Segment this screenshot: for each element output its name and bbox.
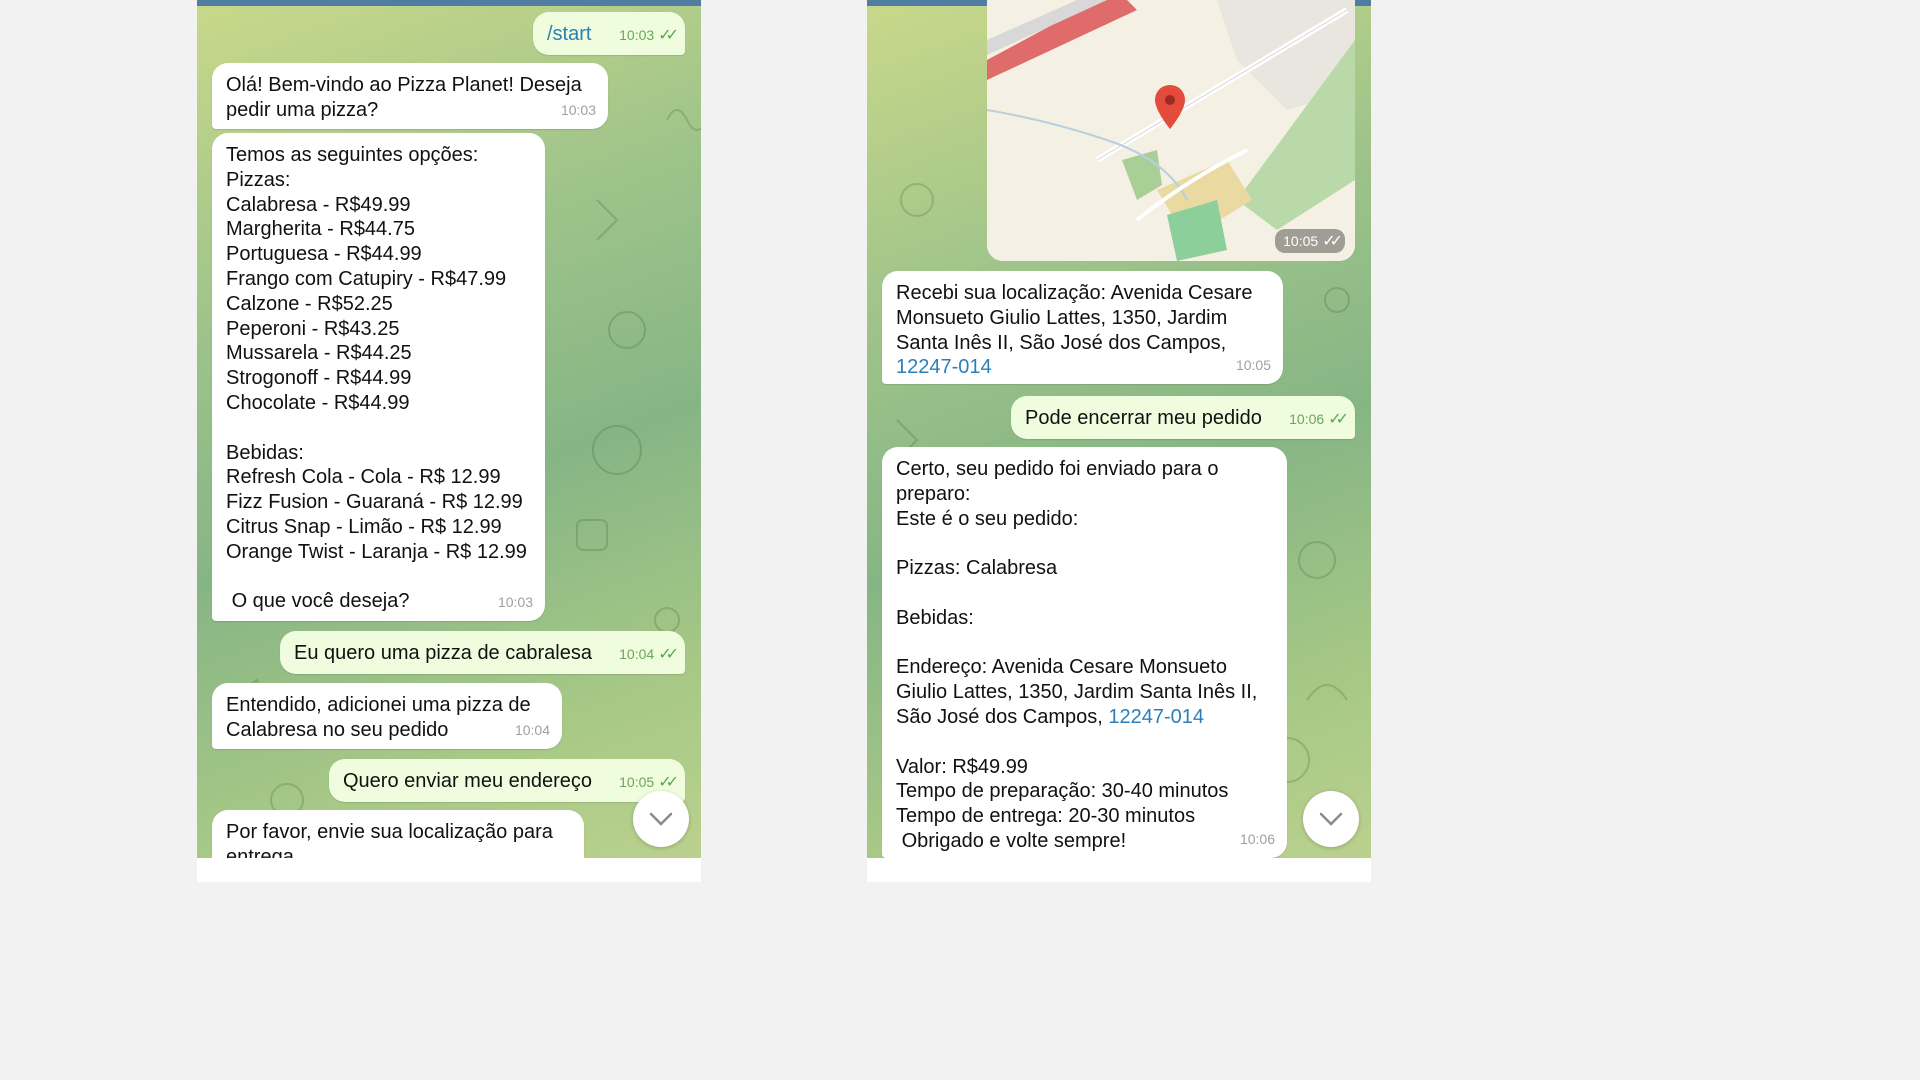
double-check-icon: ✓✓	[658, 27, 679, 45]
message-incoming[interactable]: Olá! Bem-vindo ao Pizza Planet! Deseja p…	[212, 63, 608, 129]
map-image	[987, 0, 1355, 261]
message-text: Eu quero uma pizza de cabralesa	[294, 642, 592, 664]
scroll-down-button[interactable]	[1303, 791, 1359, 847]
message-time: 10:05 ✓✓	[1275, 229, 1345, 253]
message-incoming-order-summary[interactable]: Certo, seu pedido foi enviado para o pre…	[882, 447, 1287, 858]
message-text: Temos as seguintes opções: Pizzas: Calab…	[226, 144, 527, 613]
message-text: Certo, seu pedido foi enviado para o pre…	[896, 458, 1258, 852]
double-check-icon: ✓✓	[1328, 411, 1349, 429]
message-text: Olá! Bem-vindo ao Pizza Planet! Deseja p…	[226, 74, 582, 121]
chevron-down-icon	[1319, 812, 1343, 826]
double-check-icon: ✓✓	[658, 774, 679, 792]
message-text: Entendido, adicionei uma pizza de Calabr…	[226, 694, 531, 741]
message-input-bar[interactable]	[197, 858, 701, 882]
message-time: 10:06 ✓✓	[1289, 411, 1349, 429]
postal-code-link[interactable]: 12247-014	[1108, 706, 1204, 728]
message-incoming-menu[interactable]: Temos as seguintes opções: Pizzas: Calab…	[212, 133, 545, 621]
message-outgoing[interactable]: Pode encerrar meu pedido 10:06 ✓✓	[1011, 396, 1355, 439]
message-incoming[interactable]: Recebi sua localização: Avenida Cesare M…	[882, 271, 1283, 384]
double-check-icon: ✓✓	[1322, 233, 1343, 250]
message-time: 10:03	[560, 102, 596, 119]
message-incoming[interactable]: Entendido, adicionei uma pizza de Calabr…	[212, 683, 562, 749]
chat-panel-left: /start 10:03 ✓✓ Olá! Bem-vindo ao Pizza P…	[197, 0, 701, 882]
message-outgoing[interactable]: /start 10:03 ✓✓	[533, 12, 685, 55]
message-time: 10:04	[514, 722, 550, 739]
message-time: 10:03	[497, 594, 533, 611]
scroll-down-button[interactable]	[633, 791, 689, 847]
message-input-bar[interactable]	[867, 858, 1371, 882]
map-pin-icon	[1155, 85, 1185, 129]
location-map[interactable]: 10:05 ✓✓	[987, 0, 1355, 261]
postal-code-link[interactable]: 12247-014	[896, 356, 992, 378]
chat-panel-right: 10:05 ✓✓ Recebi sua localização: Avenida …	[867, 0, 1371, 882]
message-outgoing[interactable]: Quero enviar meu endereço 10:05 ✓✓	[329, 759, 685, 802]
message-time: 10:03 ✓✓	[619, 27, 679, 45]
message-text: Recebi sua localização: Avenida Cesare M…	[896, 282, 1253, 379]
chevron-down-icon	[649, 812, 673, 826]
double-check-icon: ✓✓	[658, 646, 679, 664]
message-time: 10:05	[1235, 357, 1271, 374]
top-bar	[197, 0, 701, 6]
message-time: 10:06	[1239, 831, 1275, 848]
message-outgoing[interactable]: Eu quero uma pizza de cabralesa 10:04 ✓✓	[280, 631, 685, 674]
message-time: 10:04 ✓✓	[619, 646, 679, 664]
